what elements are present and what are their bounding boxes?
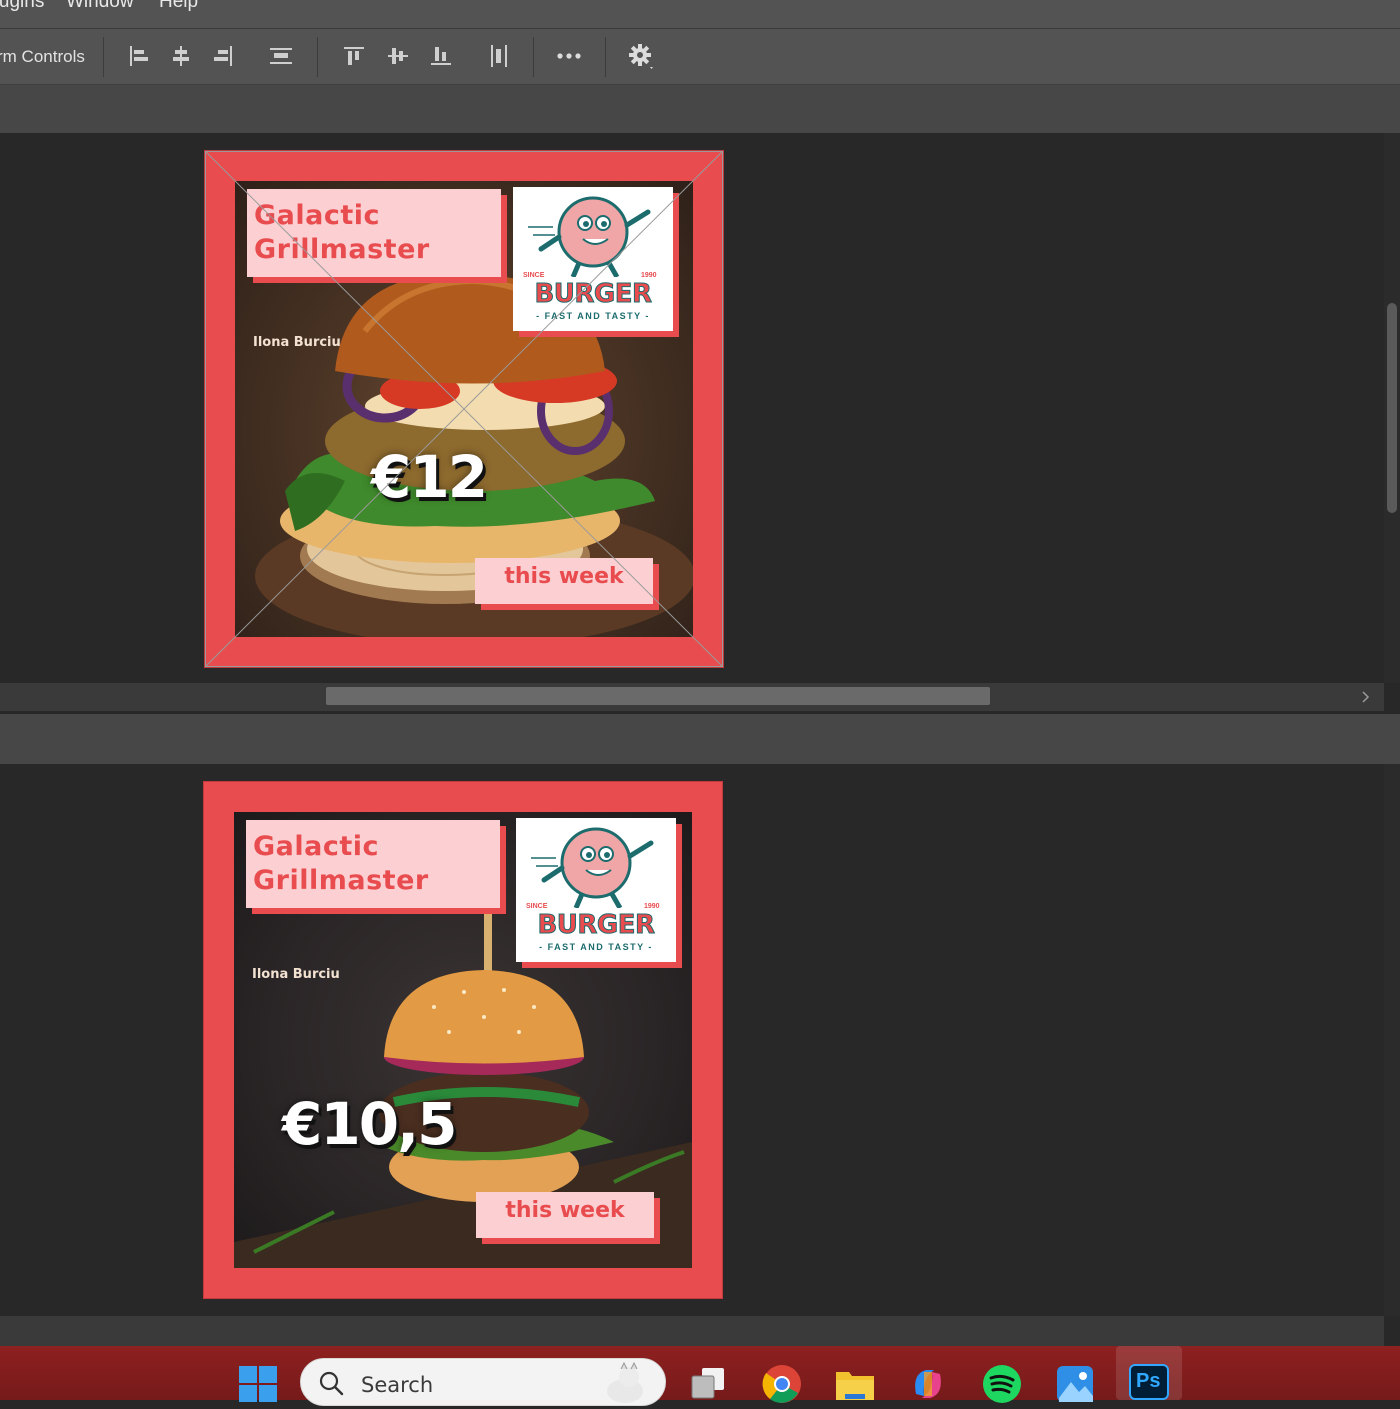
vertical-scroll-thumb[interactable] <box>1387 303 1397 513</box>
vertical-scrollbar[interactable] <box>1384 133 1400 683</box>
separator <box>317 37 318 77</box>
menu-bar: Plugins Window Help <box>0 0 1400 29</box>
document-canvas[interactable]: Galactic Grillmaster SINCE 1990 BURGER -… <box>0 133 1384 683</box>
scroll-right-icon[interactable] <box>1360 691 1372 703</box>
file-explorer-icon[interactable] <box>835 1364 875 1404</box>
this-week-text-2: this week <box>505 1198 625 1223</box>
poster-title-2: Galactic Grillmaster <box>253 831 429 896</box>
author-name-2: Ilona Burciu <box>252 967 340 982</box>
status-bar <box>0 1316 1384 1346</box>
align-left-icon[interactable] <box>123 41 153 71</box>
logo-tagline-2: - FAST AND TASTY - <box>539 942 653 952</box>
align-vertical-center-icon[interactable] <box>383 41 413 71</box>
photoshop-taskbar-button[interactable]: Ps <box>1116 1346 1182 1400</box>
burger-photo-2: Galactic Grillmaster SINCE 1990 BURGER -… <box>234 812 692 1268</box>
distribute-vertical-icon[interactable] <box>484 41 514 71</box>
title-box-2[interactable]: Galactic Grillmaster <box>246 820 500 908</box>
taskbar-search-box[interactable]: Search <box>300 1358 666 1406</box>
more-options-icon[interactable] <box>554 41 584 71</box>
horizontal-scroll-thumb[interactable] <box>326 687 990 705</box>
photoshop-icon: Ps <box>1129 1364 1169 1400</box>
settings-icon[interactable] <box>626 41 656 71</box>
poster-artboard-2[interactable]: Galactic Grillmaster SINCE 1990 BURGER -… <box>204 782 722 1298</box>
chrome-icon[interactable] <box>762 1364 802 1404</box>
separator <box>605 37 606 77</box>
align-right-icon[interactable] <box>209 41 239 71</box>
windows-taskbar: Search Ps <box>0 1346 1400 1406</box>
burger-mascot-icon-2 <box>531 827 654 910</box>
menu-help[interactable]: Help <box>159 0 198 13</box>
distribute-horizontal-icon[interactable] <box>266 41 296 71</box>
horizontal-scrollbar[interactable] <box>0 683 1384 711</box>
photos-icon[interactable] <box>1055 1364 1095 1404</box>
photoshop-label: Ps <box>1136 1370 1161 1392</box>
menu-plugins[interactable]: Plugins <box>0 0 44 13</box>
this-week-badge-2[interactable]: this week <box>476 1192 654 1238</box>
price-label-2: €10,5 <box>282 1090 457 1158</box>
document-canvas-2[interactable]: Galactic Grillmaster SINCE 1990 BURGER -… <box>0 764 1384 1316</box>
logo-wordmark-2: BURGER <box>537 910 656 941</box>
align-bottom-icon[interactable] <box>426 41 456 71</box>
align-horizontal-center-icon[interactable] <box>166 41 196 71</box>
task-view-icon[interactable] <box>688 1364 728 1404</box>
search-input[interactable]: Search <box>361 1373 433 1397</box>
logo-year-2: 1990 <box>644 903 660 910</box>
burger-logo-2[interactable]: SINCE 1990 BURGER - FAST AND TASTY - <box>516 818 676 962</box>
logo-since-2: SINCE <box>526 903 548 910</box>
document-tab-strip[interactable] <box>0 85 1400 133</box>
search-icon <box>319 1371 344 1396</box>
copilot-icon[interactable] <box>908 1364 948 1404</box>
poster-artboard[interactable]: Galactic Grillmaster SINCE 1990 BURGER -… <box>205 151 723 667</box>
menu-window[interactable]: Window <box>66 0 134 13</box>
transform-guides <box>205 151 723 667</box>
search-highlight-icon <box>607 1361 643 1403</box>
document-tab-strip-2[interactable] <box>0 714 1400 764</box>
spotify-icon[interactable] <box>982 1364 1022 1404</box>
transform-controls-label[interactable]: Transform Controls <box>0 47 85 67</box>
windows-start-icon[interactable] <box>238 1364 278 1404</box>
separator <box>103 37 104 77</box>
align-top-icon[interactable] <box>339 41 369 71</box>
vertical-scrollbar-2[interactable] <box>1384 764 1400 1316</box>
separator <box>533 37 534 77</box>
options-bar: Transform Controls <box>0 29 1400 85</box>
